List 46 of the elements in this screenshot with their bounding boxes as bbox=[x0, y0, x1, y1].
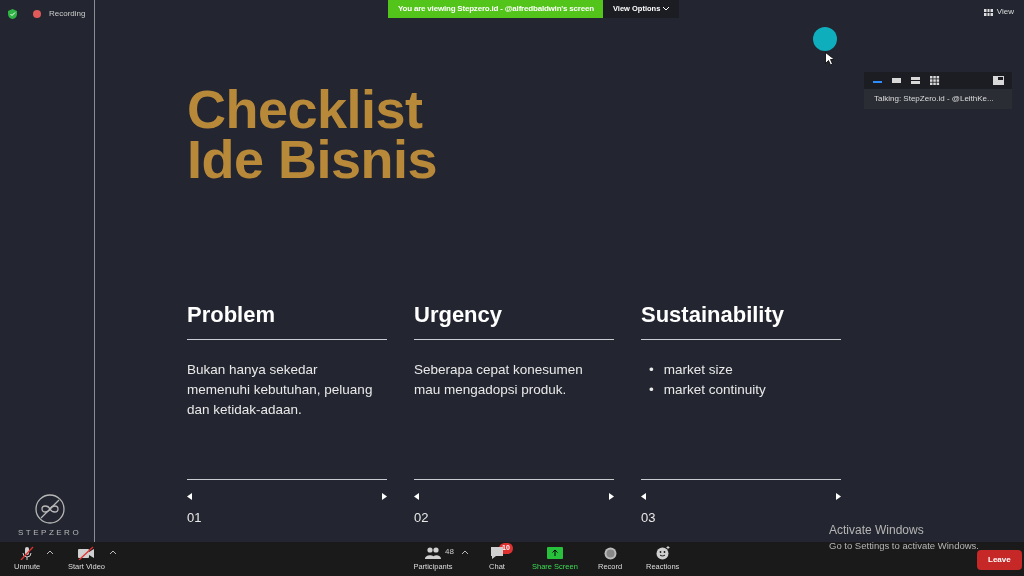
infinity-logo-icon bbox=[34, 494, 65, 524]
gallery-view-icon[interactable] bbox=[929, 76, 940, 85]
bullet-marker: • bbox=[649, 361, 654, 379]
section-number: 03 bbox=[641, 509, 657, 527]
bullet-marker: • bbox=[649, 381, 654, 399]
caret-up-icon[interactable] bbox=[462, 550, 468, 554]
grid-icon bbox=[983, 8, 993, 16]
next-icon[interactable] bbox=[382, 493, 387, 500]
section-number: 01 bbox=[187, 509, 203, 527]
column-heading: Urgency bbox=[414, 298, 614, 340]
next-icon[interactable] bbox=[609, 493, 614, 500]
strip-view-icon[interactable] bbox=[910, 76, 921, 85]
share-banner: You are viewing Stepzero.id - @alfredbaldwin's screen bbox=[388, 0, 603, 18]
shield-icon bbox=[8, 9, 17, 19]
speaker-view-icon[interactable] bbox=[891, 76, 902, 85]
view-button[interactable]: View bbox=[983, 6, 1014, 18]
caret-up-icon[interactable] bbox=[47, 550, 53, 554]
section-number: 02 bbox=[414, 509, 430, 527]
record-icon bbox=[603, 546, 617, 560]
column-text: Bukan hanya sekedar memenuhi kebutuhan, peluang dan ketidak-adaan. bbox=[187, 361, 374, 419]
activation-title: Activate Windows bbox=[829, 522, 925, 539]
share-screen-icon bbox=[546, 547, 563, 559]
column-heading: Problem bbox=[187, 298, 387, 340]
leave-button[interactable]: Leave bbox=[977, 550, 1022, 570]
caret-up-icon[interactable] bbox=[110, 550, 116, 554]
record-icon bbox=[33, 10, 41, 18]
cursor-icon bbox=[825, 52, 834, 66]
slide-title: Checklist Ide Bisnis bbox=[187, 84, 438, 184]
next-icon[interactable] bbox=[836, 493, 841, 500]
speaker-label: Talking: StepZero.id - @LeithKe... bbox=[864, 89, 1012, 109]
column-heading: Sustainability bbox=[641, 298, 841, 340]
logo-text: STEPZERO bbox=[18, 527, 82, 539]
column-text: Seberapa cepat konesumen mau mengadopsi produk. bbox=[414, 361, 584, 399]
smiley-icon bbox=[655, 546, 670, 560]
recording-label: Recording bbox=[49, 8, 86, 20]
previous-icon[interactable] bbox=[414, 493, 419, 500]
pointer-dot-icon bbox=[813, 27, 837, 51]
people-icon bbox=[425, 547, 441, 559]
bullet-item: market size bbox=[663, 361, 733, 379]
participant-count: 48 bbox=[445, 546, 454, 558]
bullet-item: market continuity bbox=[663, 381, 766, 399]
previous-icon[interactable] bbox=[641, 493, 646, 500]
activation-message: Go to Settings to activate Windows. bbox=[829, 539, 979, 553]
exit-panel-icon[interactable] bbox=[993, 76, 1004, 85]
caret-icon bbox=[663, 7, 670, 12]
previous-icon[interactable] bbox=[187, 493, 192, 500]
